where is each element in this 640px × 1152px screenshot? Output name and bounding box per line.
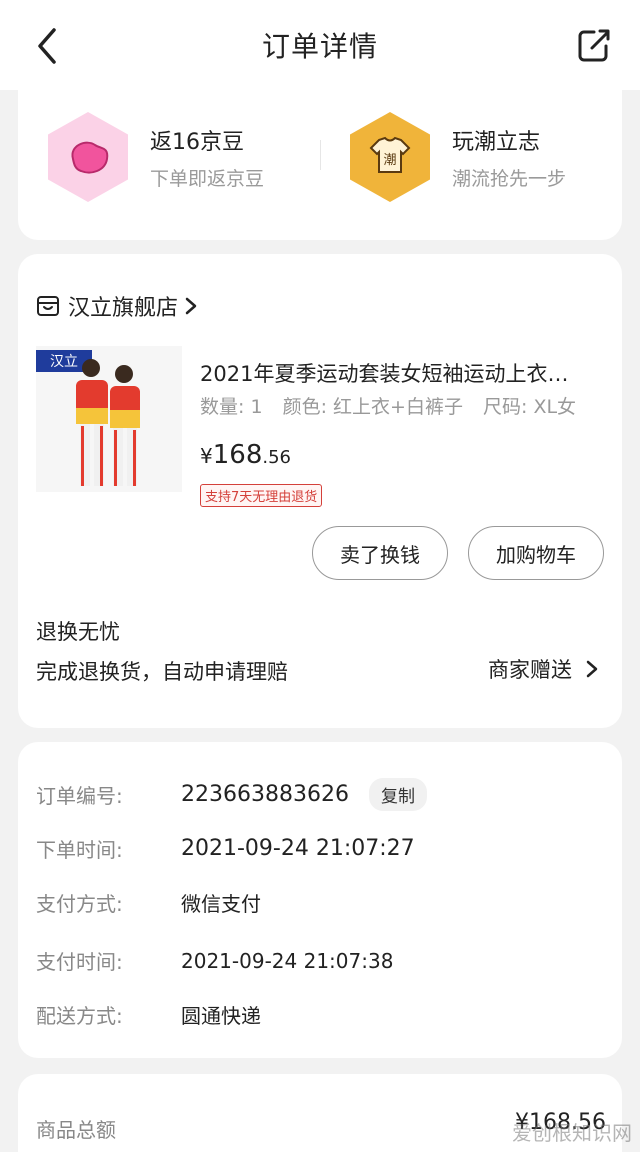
promo-card: 返16京豆 下单即返京豆 潮 玩潮立志 潮流抢先一步 [18,90,622,240]
return-policy-badge: 支持7天无理由退货 [200,484,323,507]
sell-button[interactable]: 卖了换钱 [312,526,448,580]
order-number: 223663883626 [181,782,349,807]
promo-title: 玩潮立志 [452,129,541,155]
delivery-method-row: 配送方式: 圆通快递 [36,1000,261,1029]
order-number-row: 订单编号: 223663883626 复制 [36,778,427,811]
product-quantity: 数量: 1 [200,396,263,418]
price-integer: 168 [212,440,263,470]
payment-time: 2021-09-24 21:07:38 [181,948,394,973]
promo-subtitle: 下单即返京豆 [150,167,265,190]
payment-method-label: 支付方式: [36,892,123,916]
store-name: 汉立旗舰店 [68,296,179,321]
promo-beans[interactable]: 返16京豆 下单即返京豆 [48,112,264,202]
promo-subtitle: 潮流抢先一步 [452,167,567,190]
product-image[interactable]: 汉立 [36,346,182,492]
goods-total-label: 商品总额 [36,1118,116,1142]
product-color: 颜色: 红上衣+白裤子 [282,396,463,418]
product-price: ¥168.56 [200,440,291,470]
product-size: 尺码: XL女 [483,396,577,418]
store-icon [37,296,59,316]
merchant-gift-link[interactable]: 商家赠送 [488,654,602,684]
promo-title: 返16京豆 [150,129,244,155]
price-decimal: .56 [262,447,292,468]
back-arrow-icon[interactable] [30,24,66,68]
order-time-label: 下单时间: [36,838,123,862]
payment-method-row: 支付方式: 微信支付 [36,888,261,917]
copy-button[interactable]: 复制 [368,778,427,811]
chevron-right-icon [586,660,598,678]
chevron-right-icon [185,297,197,315]
page-title: 订单详情 [261,30,378,63]
payment-method: 微信支付 [181,892,261,916]
service-title: 退换无忧 [36,620,120,644]
top-bar: 订单详情 [0,0,640,90]
svg-text:汉立: 汉立 [50,354,78,370]
delivery-method: 圆通快递 [181,1004,261,1028]
watermark: 爱创根知识网 [512,1121,632,1145]
gift-label: 商家赠送 [488,658,572,682]
bean-icon [48,112,128,202]
product-title[interactable]: 2021年夏季运动套装女短袖运动上衣… [200,358,600,388]
promo-trend[interactable]: 潮 玩潮立志 潮流抢先一步 [350,112,566,202]
order-time: 2021-09-24 21:07:27 [181,836,415,861]
order-info-card: 订单编号: 223663883626 复制 下单时间: 2021-09-24 2… [18,742,622,1058]
order-item-card: 汉立旗舰店 汉立 2021年夏季运动套装女短袖运动上衣… 数量: 1 颜色: 红… [18,254,622,728]
price-symbol: ¥ [200,444,213,468]
add-to-cart-button[interactable]: 加购物车 [468,526,604,580]
service-description: 完成退换货，自动申请理赔 [36,660,288,684]
payment-time-row: 支付时间: 2021-09-24 21:07:38 [36,946,393,975]
order-time-row: 下单时间: 2021-09-24 21:07:27 [36,834,415,863]
store-link[interactable]: 汉立旗舰店 [36,290,198,322]
delivery-method-label: 配送方式: [36,1004,123,1028]
share-icon[interactable] [576,26,612,64]
trend-icon: 潮 [350,112,430,202]
order-number-label: 订单编号: [36,784,123,808]
payment-time-label: 支付时间: [36,950,123,974]
product-specs: 数量: 1 颜色: 红上衣+白裤子 尺码: XL女 [200,392,590,419]
svg-text:潮: 潮 [383,153,396,168]
divider [320,140,321,170]
